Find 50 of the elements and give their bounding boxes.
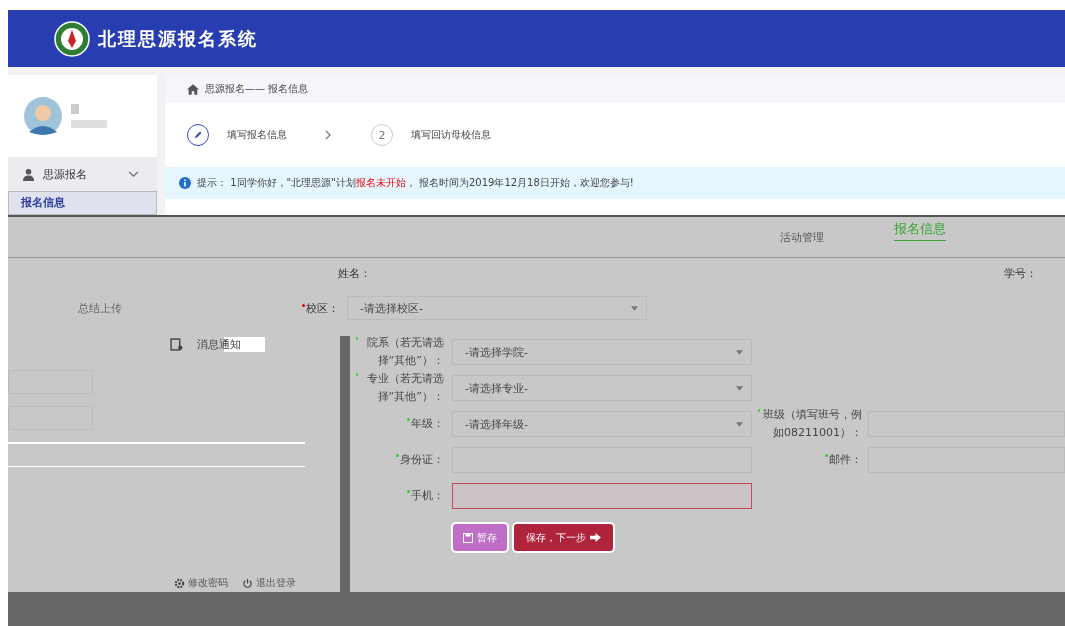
blurred-info	[71, 120, 107, 128]
campus-select[interactable]: -请选择校区-	[347, 296, 647, 320]
field-label: 年级：	[350, 415, 444, 433]
dropdown-field[interactable]: -请选择年级-	[452, 411, 752, 437]
footer-link[interactable]: 修改密码	[174, 576, 228, 590]
footer-link[interactable]: 退出登录	[242, 576, 296, 590]
field-label: 专业（若无请选择“其他”）：	[350, 370, 444, 406]
field-label: 院系（若无请选择“其他”）：	[350, 334, 444, 370]
info-icon	[179, 177, 191, 189]
chevron-icon	[128, 170, 139, 178]
dropdown-field[interactable]: -请选择学院-	[452, 339, 752, 365]
input-field[interactable]	[8, 370, 93, 394]
field-label: 邮件：	[758, 451, 862, 469]
caret-icon	[631, 305, 638, 311]
document-icon	[170, 337, 183, 351]
step-chevron-icon	[325, 130, 331, 140]
sidebar-menu-item[interactable]: 思源报名	[8, 157, 157, 191]
step-label: 填写回访母校信息	[411, 128, 491, 142]
caret-icon	[736, 385, 743, 391]
summary-upload-label: 总结上传	[78, 300, 122, 316]
field-label: 手机：	[350, 487, 444, 505]
field-label: 身份证：	[350, 451, 444, 469]
avatar-icon	[23, 96, 63, 136]
caret-icon	[736, 349, 743, 355]
person-icon	[22, 167, 35, 181]
student-id-label: 学号：	[1004, 265, 1037, 281]
notice-text: 提示： 1同学你好，"北理思源"计划报名未开始， 报名时间为2019年12月18日开始，欢迎您参与!	[197, 176, 634, 190]
emblem-logo-icon	[54, 20, 90, 57]
system-title: 北理思源报名系统	[98, 26, 258, 51]
settings-icon	[174, 577, 185, 589]
message-link[interactable]: 消息通知	[197, 336, 265, 352]
home-icon	[187, 83, 199, 95]
sidebar-submenu-item[interactable]: 报名信息	[8, 191, 157, 215]
campus-label: 校区：	[302, 300, 339, 316]
field-label: 班级（填写班号，例如08211001）：	[758, 406, 862, 442]
power-icon	[242, 577, 253, 589]
dropdown-field[interactable]: -请选择专业-	[452, 375, 752, 401]
caret-icon	[736, 421, 743, 427]
name-label: 姓名：	[338, 265, 371, 281]
save-next-button[interactable]: 保存，下一步	[514, 524, 613, 551]
panel-tab[interactable]: 活动管理	[780, 227, 824, 247]
arrow-right-icon	[590, 533, 601, 542]
breadcrumb-text: 思源报名—— 报名信息	[205, 82, 309, 96]
input-field[interactable]	[8, 406, 93, 430]
save-draft-button[interactable]: 暂存	[453, 524, 507, 551]
step-label: 填写报名信息	[227, 128, 287, 142]
blurred-name	[71, 104, 79, 114]
input-field[interactable]	[452, 483, 752, 509]
pencil-icon	[193, 130, 203, 140]
floppy-icon	[463, 532, 473, 543]
